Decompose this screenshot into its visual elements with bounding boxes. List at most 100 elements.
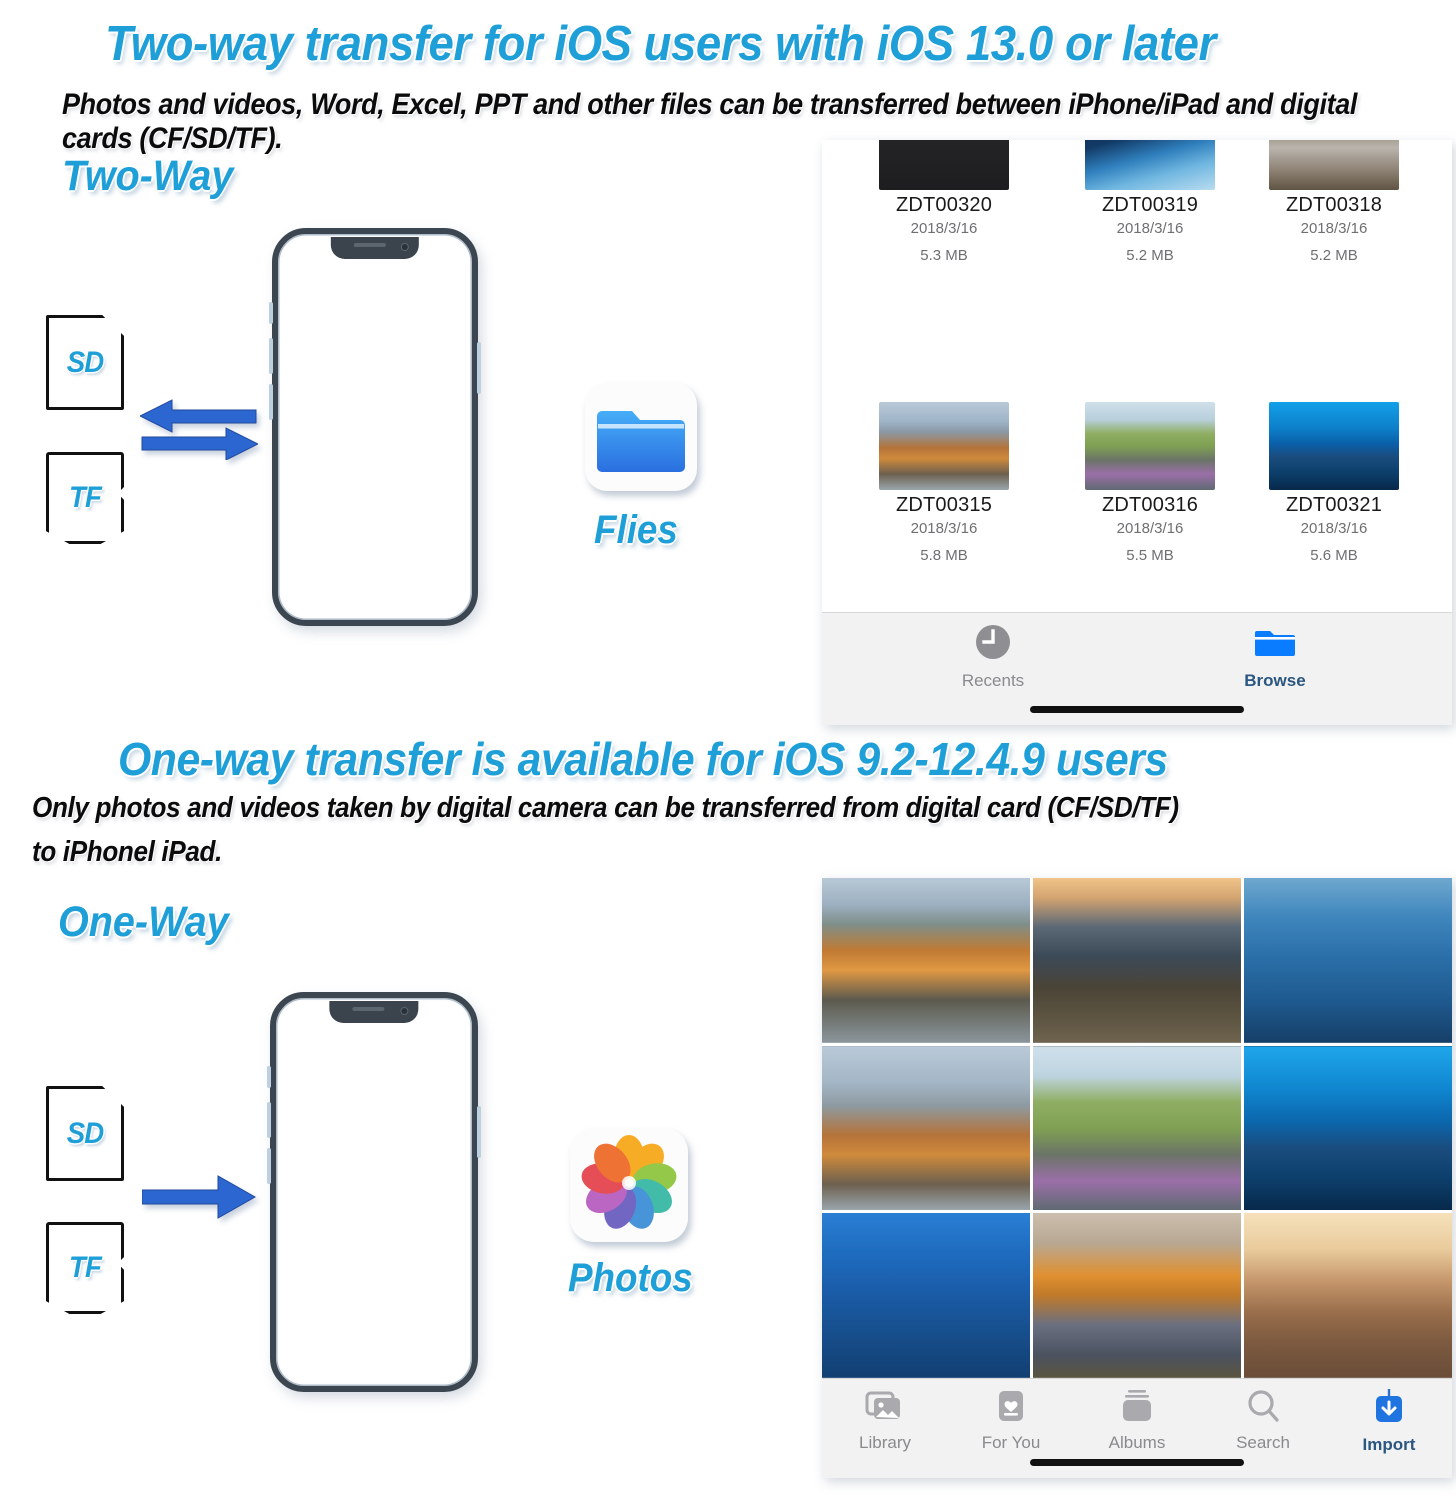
photos-app-icon <box>570 1128 688 1242</box>
file-thumbnail <box>1085 140 1215 190</box>
photo-cell[interactable] <box>822 878 1030 1043</box>
file-thumbnail <box>1269 140 1399 190</box>
tab-library[interactable]: Library <box>830 1388 940 1453</box>
file-date: 2018/3/16 <box>1116 220 1184 237</box>
file-size: 5.6 MB <box>1310 547 1358 564</box>
home-indicator[interactable] <box>1030 706 1244 713</box>
import-download-icon <box>1376 1389 1402 1422</box>
file-thumbnail <box>879 140 1009 190</box>
double-arrow-icon <box>138 398 260 461</box>
photos-app-window: Library For You Albums Search Import <box>822 878 1452 1478</box>
sd-card-label: SD <box>66 1116 104 1150</box>
tf-card-bottom: TF <box>46 1222 124 1314</box>
tab-browse[interactable]: Browse <box>1220 622 1330 691</box>
two-way-tag: Two-Way <box>62 152 234 200</box>
search-icon <box>1248 1390 1279 1422</box>
power-button[interactable] <box>477 1106 481 1158</box>
photo-cell[interactable] <box>1244 878 1452 1043</box>
product-infographic: Two-way transfer for iOS users with iOS … <box>0 0 1456 1500</box>
file-name: ZDT00321 <box>1285 494 1383 516</box>
folder-icon <box>1255 631 1295 656</box>
file-item[interactable]: ZDT00316 2018/3/16 5.5 MB <box>1050 402 1250 564</box>
volume-down-button[interactable] <box>269 384 273 420</box>
photos-tab-bar: Library For You Albums Search Import <box>822 1378 1452 1478</box>
files-tab-bar: Recents Browse <box>822 612 1452 725</box>
file-name: ZDT00320 <box>895 194 993 216</box>
file-item[interactable]: ZDT00320 2018/3/16 5.3 MB <box>844 140 1044 264</box>
one-way-subtitle-line1: Only photos and videos taken by digital … <box>32 792 1179 824</box>
file-size: 5.8 MB <box>920 547 968 564</box>
home-indicator[interactable] <box>1030 1459 1244 1466</box>
file-thumbnail <box>1085 402 1215 490</box>
tab-for-you[interactable]: For You <box>956 1388 1066 1453</box>
one-way-subtitle-line2: to iPhonel iPad. <box>32 836 223 868</box>
photos-grid <box>822 878 1452 1378</box>
photo-cell[interactable] <box>822 1045 1030 1211</box>
file-item[interactable]: ZDT00318 2018/3/16 5.2 MB <box>1234 140 1434 264</box>
sd-card-top: SD <box>46 315 124 410</box>
file-date: 2018/3/16 <box>910 520 978 537</box>
files-app-icon <box>585 383 697 491</box>
files-app-window: ZDT00320 2018/3/16 5.3 MB ZDT00319 2018/… <box>822 140 1452 725</box>
file-size: 5.5 MB <box>1126 547 1174 564</box>
file-size: 5.2 MB <box>1126 247 1174 264</box>
file-date: 2018/3/16 <box>910 220 978 237</box>
file-item[interactable]: ZDT00315 2018/3/16 5.8 MB <box>844 402 1044 564</box>
file-date: 2018/3/16 <box>1116 520 1184 537</box>
tab-label: Library <box>859 1433 911 1452</box>
phone-screen-bottom <box>279 1001 469 1383</box>
earpiece-speaker-icon <box>352 1007 385 1011</box>
file-thumbnail <box>1269 402 1399 490</box>
tab-recents[interactable]: Recents <box>938 622 1048 691</box>
photo-cell[interactable] <box>822 1213 1030 1378</box>
file-name: ZDT00319 <box>1101 194 1199 216</box>
front-camera-icon <box>400 243 409 251</box>
tab-label: Recents <box>961 671 1025 690</box>
file-item[interactable]: ZDT00321 2018/3/16 5.6 MB <box>1234 402 1434 564</box>
photo-cell[interactable] <box>1244 1213 1452 1378</box>
sd-card-bottom: SD <box>46 1086 124 1181</box>
albums-icon <box>1123 1390 1151 1421</box>
iphone-mockup-bottom <box>267 992 481 1392</box>
photos-app-label: Photos <box>568 1256 693 1300</box>
file-name: ZDT00316 <box>1101 494 1199 516</box>
photo-cell[interactable] <box>1033 878 1241 1043</box>
tab-label: Search <box>1236 1433 1290 1452</box>
file-date: 2018/3/16 <box>1300 220 1368 237</box>
tab-search[interactable]: Search <box>1208 1388 1318 1453</box>
single-arrow-icon <box>141 1172 257 1224</box>
file-item[interactable]: ZDT00319 2018/3/16 5.2 MB <box>1050 140 1250 264</box>
photo-cell[interactable] <box>1033 1045 1241 1211</box>
volume-down-button[interactable] <box>267 1148 271 1184</box>
one-way-title: One-way transfer is available for iOS 9.… <box>118 733 1168 785</box>
tab-albums[interactable]: Albums <box>1082 1388 1192 1453</box>
file-size: 5.3 MB <box>920 247 968 264</box>
iphone-mockup-top <box>269 228 481 626</box>
file-date: 2018/3/16 <box>1300 520 1368 537</box>
mute-switch-button[interactable] <box>269 302 273 324</box>
tf-card-label: TF <box>69 1251 102 1284</box>
heart-card-icon <box>999 1391 1023 1421</box>
two-way-title: Two-way transfer for iOS users with iOS … <box>105 17 1216 71</box>
photo-stack-icon <box>865 1391 900 1419</box>
files-app-label: Flies <box>594 508 678 552</box>
tf-card-top: TF <box>46 452 124 544</box>
tab-label: Albums <box>1108 1433 1166 1452</box>
phone-notch-bottom <box>329 1001 419 1023</box>
tab-label: Import <box>1362 1435 1416 1454</box>
tab-import[interactable]: Import <box>1334 1388 1444 1455</box>
photo-cell[interactable] <box>1033 1213 1241 1378</box>
volume-up-button[interactable] <box>267 1102 271 1138</box>
volume-up-button[interactable] <box>269 338 273 374</box>
front-camera-icon <box>399 1007 408 1015</box>
file-thumbnail <box>879 402 1009 490</box>
earpiece-speaker-icon <box>353 243 386 247</box>
file-name: ZDT00315 <box>895 494 993 516</box>
photo-cell[interactable] <box>1244 1045 1452 1211</box>
file-size: 5.2 MB <box>1310 247 1358 264</box>
tab-label: Browse <box>1244 671 1306 690</box>
mute-switch-button[interactable] <box>267 1066 271 1088</box>
one-way-tag: One-Way <box>58 898 229 946</box>
file-name: ZDT00318 <box>1285 194 1383 216</box>
power-button[interactable] <box>477 342 481 394</box>
